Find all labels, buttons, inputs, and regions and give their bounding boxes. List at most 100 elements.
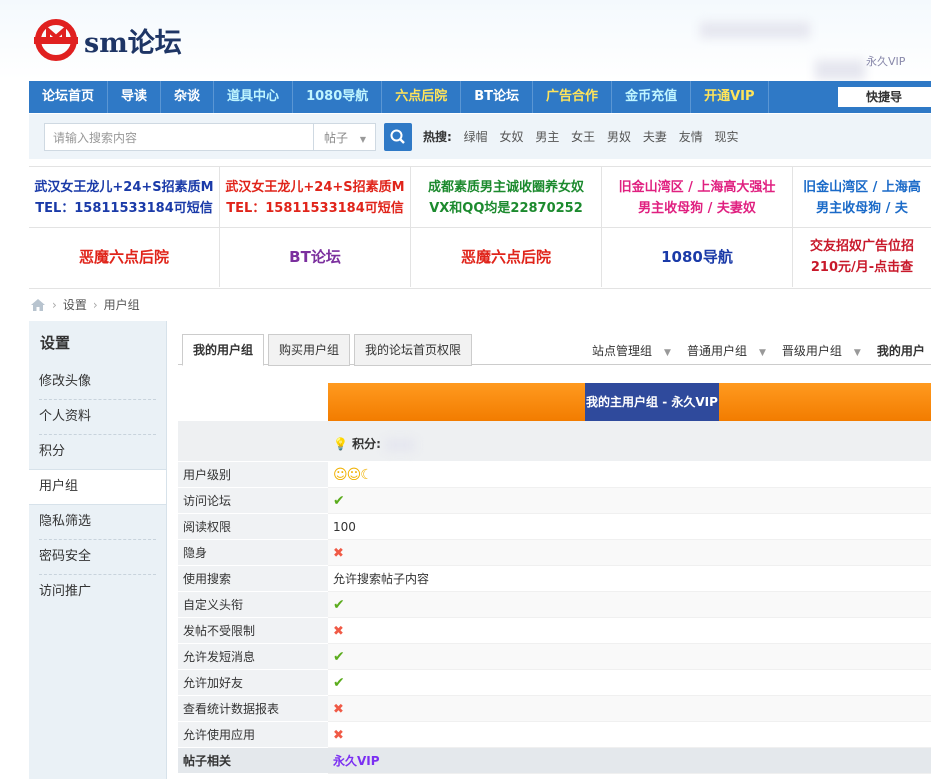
sidebar-item-privacy[interactable]: 隐私筛选: [39, 505, 156, 539]
menu-label: 站点管理组: [592, 344, 653, 358]
level-icons: ☺☺☾: [333, 467, 373, 483]
hot-search-item[interactable]: 友情: [679, 130, 703, 144]
search-button[interactable]: [384, 123, 412, 151]
check-icon: ✔: [333, 493, 345, 509]
nav-item-coins[interactable]: 金币充值: [612, 81, 692, 113]
table-row: 发帖不受限制 ✖: [178, 618, 931, 644]
home-icon[interactable]: [30, 298, 46, 312]
ad-cell[interactable]: 武汉女王龙儿+24+S招素质M TEL：15811533184可短信: [220, 167, 411, 227]
sidebar-item-usergroup[interactable]: 用户组: [29, 469, 166, 505]
menu-site-admin[interactable]: 站点管理组 ▼: [592, 342, 671, 359]
hot-search-item[interactable]: 女王: [571, 130, 595, 144]
hot-search-item[interactable]: 女奴: [499, 130, 523, 144]
perm-label: 允许发短消息: [178, 644, 328, 670]
ad-line: 旧金山湾区 / 上海高大强壮: [618, 180, 776, 195]
nav-item-guide[interactable]: 导读: [108, 81, 162, 113]
ad-cell[interactable]: BT论坛: [220, 228, 411, 287]
ad-line: 男主收母狗 / 夫妻奴: [638, 201, 756, 216]
chevron-down-icon: ▼: [664, 348, 671, 358]
chevron-right-icon: ›: [52, 297, 57, 312]
tab-home-permissions[interactable]: 我的论坛首页权限: [354, 334, 473, 366]
nav-item-backyard[interactable]: 六点后院: [382, 81, 462, 113]
perm-value: ✔: [328, 488, 931, 514]
group-banner-label: 我的主用户组 - 永久VIP: [585, 383, 719, 421]
perm-label: 允许使用应用: [178, 722, 328, 748]
perm-value: 永久VIP: [328, 748, 931, 774]
menu-my-group[interactable]: 我的用户: [877, 342, 925, 359]
search-scope-select[interactable]: 帖子 ▼: [314, 123, 376, 151]
sidebar-title: 设置: [40, 334, 71, 352]
nav-item-ads[interactable]: 广告合作: [533, 81, 613, 113]
perm-label: 访问论坛: [178, 488, 328, 514]
perm-value: 100: [328, 514, 931, 540]
sidebar-item-profile[interactable]: 个人资料: [39, 399, 156, 434]
table-row: 使用搜索 允许搜索帖子内容: [178, 566, 931, 592]
hot-search: 热搜: 绿帽 女奴 男主 女王 男奴 夫妻 友情 现实: [423, 128, 739, 145]
perm-value: ✖: [328, 540, 931, 566]
usergroup-tabs: 我的用户组 购买用户组 我的论坛首页权限: [182, 334, 476, 366]
site-logo[interactable]: sm论坛: [34, 18, 182, 62]
settings-sidebar: 设置 修改头像 个人资料 积分 用户组 隐私筛选 密码安全 访问推广: [29, 321, 167, 779]
hot-search-label: 热搜:: [423, 130, 452, 144]
ad-cell[interactable]: 恶魔六点后院: [29, 228, 220, 287]
hot-search-item[interactable]: 男奴: [607, 130, 631, 144]
sidebar-item-points[interactable]: 积分: [39, 434, 156, 469]
sidebar-item-avatar[interactable]: 修改头像: [39, 365, 156, 399]
chevron-right-icon: ›: [92, 297, 98, 312]
menu-normal-group[interactable]: 普通用户组 ▼: [687, 342, 766, 359]
group-type-menu: 站点管理组 ▼ 普通用户组 ▼ 晋级用户组 ▼ 我的用户: [592, 342, 931, 359]
nav-item-vip[interactable]: 开通VIP: [691, 81, 769, 113]
group-banner: 我的主用户组 - 永久VIP: [328, 383, 931, 421]
menu-upgrade-group[interactable]: 晋级用户组 ▼: [782, 342, 861, 359]
breadcrumb-item[interactable]: 设置: [63, 296, 87, 313]
table-row: 自定义头衔 ✔: [178, 592, 931, 618]
redacted-area: [385, 438, 416, 451]
hot-search-item[interactable]: 夫妻: [643, 130, 667, 144]
perm-label: 阅读权限: [178, 514, 328, 540]
ad-row: 武汉女王龙儿+24+S招素质M TEL：15811533184可短信 武汉女王龙儿…: [29, 167, 931, 228]
perm-label: 允许加好友: [178, 670, 328, 696]
tab-my-usergroup[interactable]: 我的用户组: [182, 334, 265, 366]
nav-item-home[interactable]: 论坛首页: [29, 81, 109, 113]
tab-buy-usergroup[interactable]: 购买用户组: [268, 334, 351, 366]
sidebar-item-password[interactable]: 密码安全: [39, 539, 156, 574]
ad-cell[interactable]: 恶魔六点后院: [411, 228, 602, 287]
hot-search-item[interactable]: 绿帽: [464, 130, 488, 144]
logo-icon: [34, 19, 78, 61]
search-input[interactable]: 请输入搜索内容: [44, 123, 314, 151]
logo-text: sm论坛: [84, 27, 182, 59]
sidebar-item-promotion[interactable]: 访问推广: [39, 574, 156, 609]
table-row: 帖子相关 永久VIP: [178, 748, 931, 774]
redacted-area: [815, 60, 865, 80]
nav-item-chat[interactable]: 杂谈: [161, 81, 215, 113]
perm-label: 隐身: [178, 540, 328, 566]
nav-item-1080[interactable]: 1080导航: [293, 81, 383, 113]
nav-item-props[interactable]: 道具中心: [214, 81, 294, 113]
hot-search-item[interactable]: 现实: [715, 130, 739, 144]
search-bar: 请输入搜索内容 帖子 ▼ 热搜: 绿帽 女奴 男主 女王 男奴 夫妻 友情 现实: [29, 114, 931, 159]
chevron-down-icon: ▼: [853, 348, 861, 358]
ad-cell[interactable]: 武汉女王龙儿+24+S招素质M TEL：15811533184可短信: [29, 167, 220, 227]
ad-line: 成都素质男主诚收圈养女奴: [427, 180, 584, 195]
hot-search-item[interactable]: 男主: [535, 130, 559, 144]
cross-icon: ✖: [333, 546, 344, 561]
points: 💡 积分:: [333, 435, 416, 452]
table-row: 允许发短消息 ✔: [178, 644, 931, 670]
vip-badge[interactable]: 永久VIP: [866, 53, 905, 69]
ad-cell[interactable]: 交友招奴广告位招 210元/月-点击查: [793, 228, 931, 287]
ad-cell[interactable]: 旧金山湾区 / 上海高 男主收母狗 / 夫: [793, 167, 931, 227]
quick-nav-button[interactable]: 快捷导: [838, 87, 931, 107]
ad-line: TEL：15811533184可短信: [226, 201, 404, 216]
site-header: sm论坛 永久VIP: [0, 0, 931, 80]
table-row: 查看统计数据报表 ✖: [178, 696, 931, 722]
ad-cell[interactable]: 旧金山湾区 / 上海高大强壮 男主收母狗 / 夫妻奴: [602, 167, 793, 227]
breadcrumb: › 设置 › 用户组: [30, 296, 140, 313]
perm-value: ✖: [328, 696, 931, 722]
perm-value: ✖: [328, 722, 931, 748]
ad-cell[interactable]: 成都素质男主诚收圈养女奴 VX和QQ均是22870252: [411, 167, 602, 227]
nav-item-bt[interactable]: BT论坛: [461, 81, 534, 113]
ad-cell[interactable]: 1080导航: [602, 228, 793, 287]
check-icon: ✔: [333, 675, 345, 691]
table-row: 允许使用应用 ✖: [178, 722, 931, 748]
perm-value: ✔: [328, 644, 931, 670]
